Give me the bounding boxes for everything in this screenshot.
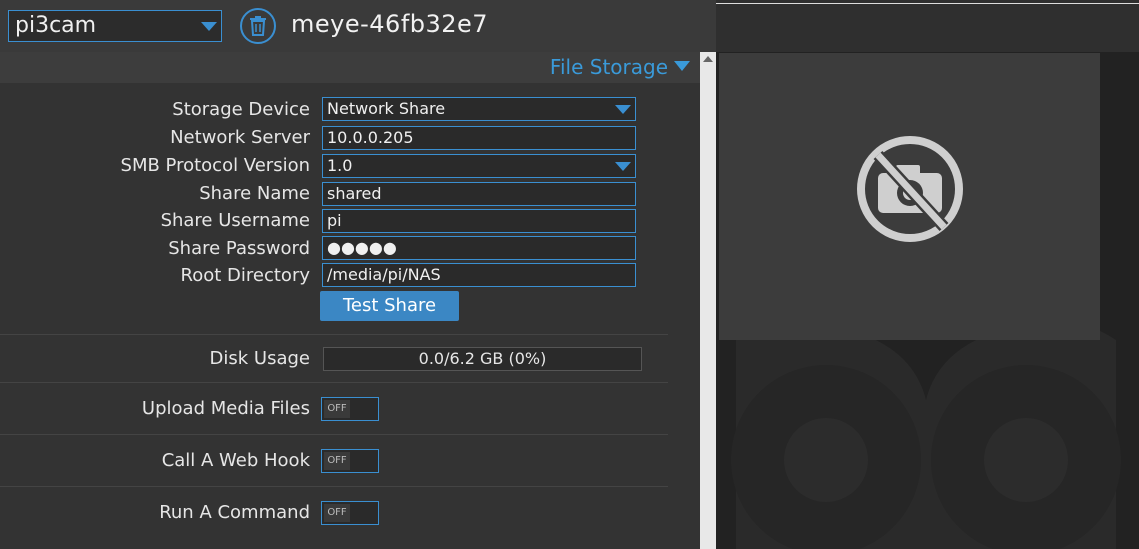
root-directory-input[interactable]: /media/pi/NAS <box>322 263 636 287</box>
settings-panel: File Storage Storage Device Network Shar… <box>0 52 700 549</box>
upload-media-label: Upload Media Files <box>141 398 310 419</box>
share-username-value: pi <box>327 211 342 230</box>
storage-device-label: Storage Device <box>172 99 310 120</box>
section-header: File Storage <box>0 52 700 83</box>
smb-version-select[interactable]: 1.0 <box>322 154 636 178</box>
triangle-down-icon <box>674 61 690 71</box>
root-directory-label: Root Directory <box>180 265 310 286</box>
camera-select[interactable]: pi3cam <box>8 10 222 42</box>
divider <box>0 382 668 383</box>
toggle-state: OFF <box>324 504 350 522</box>
camera-frame[interactable] <box>719 53 1100 340</box>
settings-scrollbar[interactable] <box>700 52 716 549</box>
top-bar-right <box>716 0 1139 53</box>
upload-media-toggle[interactable]: OFF <box>321 397 379 421</box>
divider <box>0 434 668 435</box>
share-password-label: Share Password <box>168 238 310 259</box>
run-command-toggle[interactable]: OFF <box>321 501 379 525</box>
network-server-input[interactable]: 10.0.0.205 <box>322 126 636 150</box>
smb-version-value: 1.0 <box>327 156 353 175</box>
chevron-down-icon <box>615 162 631 171</box>
divider <box>716 3 1139 4</box>
section-title: File Storage <box>549 55 668 79</box>
share-name-label: Share Name <box>199 183 310 204</box>
top-bar: pi3cam meye-46fb32e7 <box>0 0 716 52</box>
root-directory-value: /media/pi/NAS <box>327 265 441 284</box>
web-hook-label: Call A Web Hook <box>161 450 310 471</box>
divider <box>0 486 668 487</box>
share-username-input[interactable]: pi <box>322 209 636 233</box>
disk-usage-label: Disk Usage <box>209 348 310 369</box>
chevron-down-icon <box>615 105 631 114</box>
no-camera-icon <box>857 136 963 242</box>
share-name-input[interactable]: shared <box>322 182 636 206</box>
camera-name: meye-46fb32e7 <box>291 10 489 38</box>
run-command-label: Run A Command <box>159 502 310 523</box>
toggle-state: OFF <box>324 452 350 470</box>
share-password-input[interactable]: ●●●●● <box>322 236 636 260</box>
trash-icon <box>250 16 266 36</box>
test-share-button[interactable]: Test Share <box>320 291 459 321</box>
toggle-state: OFF <box>324 400 350 418</box>
divider <box>0 334 668 335</box>
delete-camera-button[interactable] <box>240 8 276 44</box>
network-server-label: Network Server <box>170 127 310 148</box>
share-password-value: ●●●●● <box>327 238 397 257</box>
network-server-value: 10.0.0.205 <box>327 128 414 147</box>
scroll-up-icon[interactable] <box>703 56 713 62</box>
section-toggle-file-storage[interactable]: File Storage <box>550 55 690 79</box>
share-name-value: shared <box>327 184 382 203</box>
disk-usage-value: 0.0/6.2 GB (0%) <box>418 349 547 368</box>
camera-select-value: pi3cam <box>15 13 97 38</box>
disk-usage-bar: 0.0/6.2 GB (0%) <box>323 347 642 371</box>
chevron-down-icon <box>201 22 217 31</box>
share-username-label: Share Username <box>160 210 310 231</box>
web-hook-toggle[interactable]: OFF <box>321 449 379 473</box>
storage-device-value: Network Share <box>327 99 446 118</box>
smb-version-label: SMB Protocol Version <box>120 155 310 176</box>
storage-device-select[interactable]: Network Share <box>322 97 636 121</box>
